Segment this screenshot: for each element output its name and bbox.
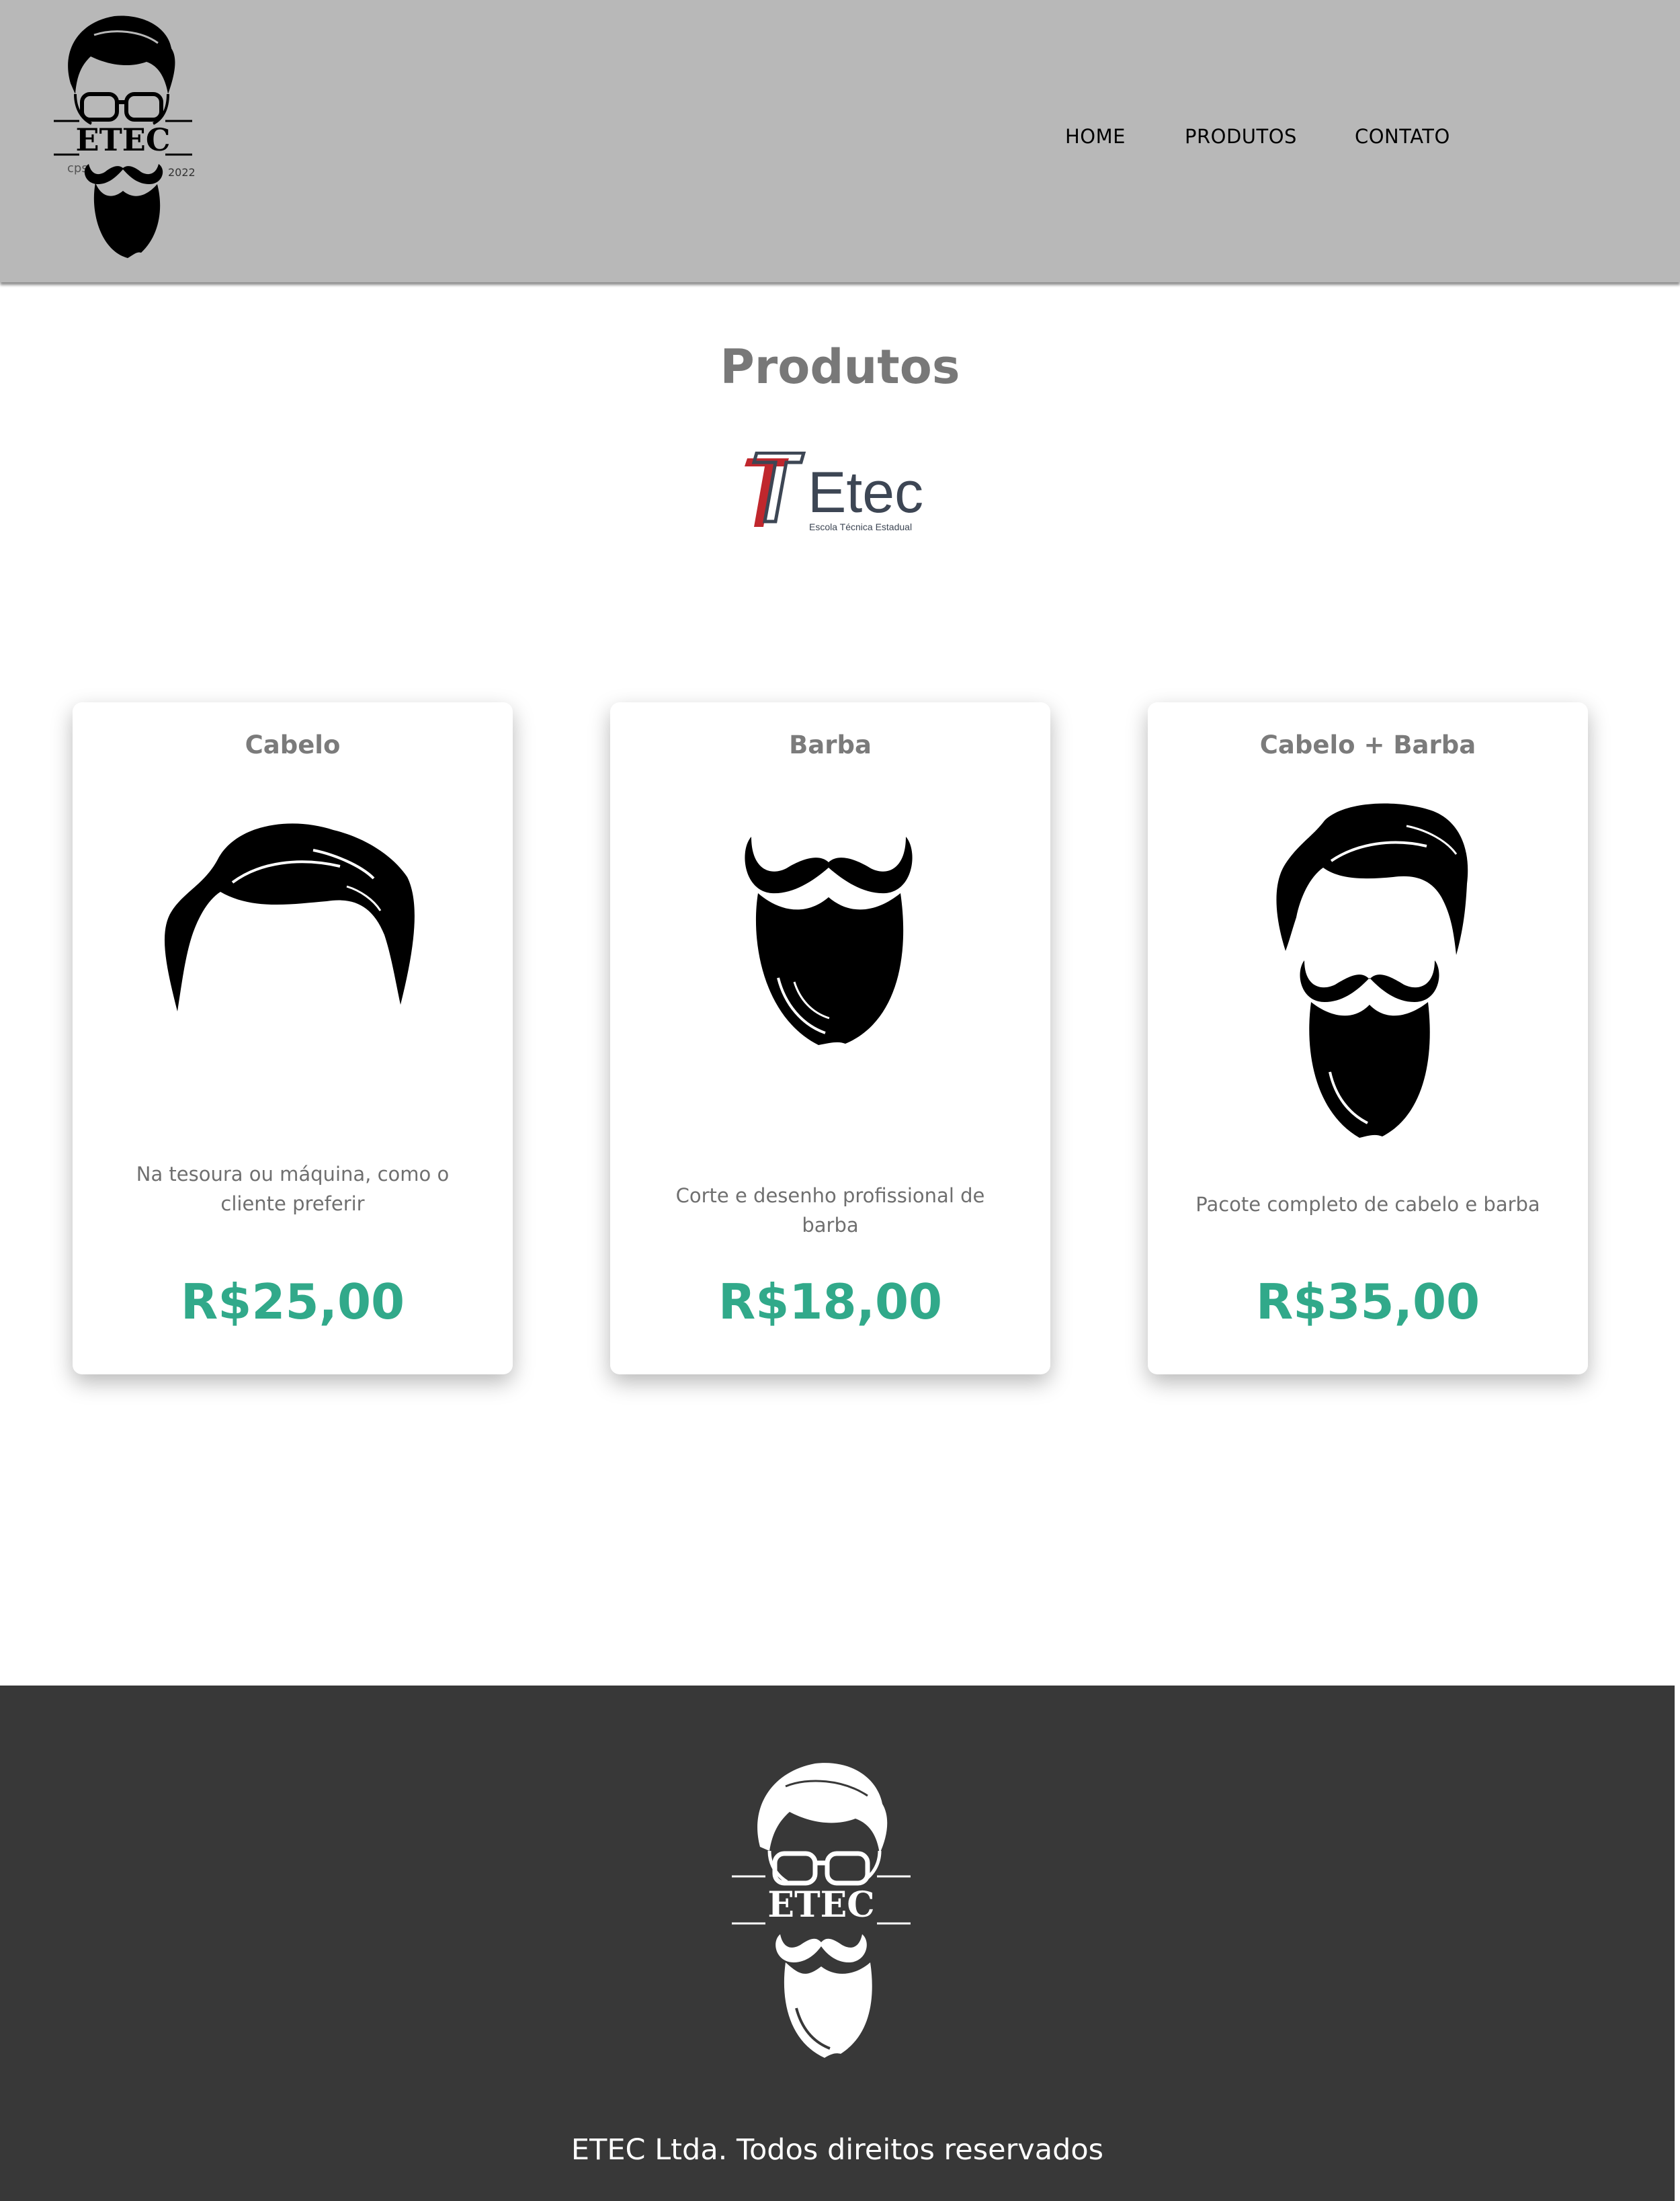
- product-price: R$18,00: [718, 1274, 943, 1330]
- main-nav: HOME PRODUTOS CONTATO: [1065, 125, 1450, 148]
- logo-right-caption: 2022: [168, 166, 196, 179]
- product-title: Cabelo: [245, 731, 341, 759]
- product-price: R$35,00: [1255, 1274, 1480, 1330]
- product-description: Corte e desenho profissional de barba: [675, 1184, 985, 1237]
- etec-logo-name: Etec: [808, 460, 923, 525]
- product-card-barba[interactable]: Barba Corte e desenho profissional de ba…: [610, 702, 1050, 1374]
- hair-icon: [164, 823, 415, 1011]
- site-footer: ETEC ETEC Ltda. Todos direitos reservado…: [0, 1686, 1675, 2201]
- footer-logo-brand-text: ETEC: [767, 1884, 874, 1925]
- product-description: Pacote completo de cabelo e barba: [1195, 1193, 1540, 1216]
- site-header: ETEC cps 2022 HOME PRODUTOS CONTATO: [0, 0, 1680, 282]
- nav-home-link[interactable]: HOME: [1065, 125, 1126, 148]
- product-description: Na tesoura ou máquina, como o cliente pr…: [136, 1163, 450, 1215]
- beard-icon: [745, 837, 913, 1045]
- page-title: Produtos: [720, 339, 960, 394]
- bearded-man-logo-icon[interactable]: ETEC cps 2022: [34, 8, 215, 263]
- nav-produtos-link[interactable]: PRODUTOS: [1185, 125, 1297, 148]
- bearded-man-logo-icon: ETEC: [732, 1763, 911, 2058]
- product-price: R$25,00: [180, 1274, 405, 1330]
- etec-logo-subtitle: Escola Técnica Estadual: [809, 522, 912, 532]
- logo-brand-text: ETEC: [76, 122, 171, 158]
- footer-copyright: ETEC Ltda. Todos direitos reservados: [571, 2133, 1104, 2167]
- etec-partner-logo-icon: Etec Escola Técnica Estadual: [745, 452, 923, 532]
- product-title: Barba: [789, 731, 872, 759]
- product-card-cabelo-barba[interactable]: Cabelo + Barba Pacote completo de cabelo…: [1148, 702, 1588, 1374]
- hair-and-beard-icon: [1276, 803, 1468, 1138]
- product-title: Cabelo + Barba: [1259, 731, 1476, 759]
- nav-contato-link[interactable]: CONTATO: [1355, 125, 1450, 148]
- product-card-cabelo[interactable]: Cabelo Na tesoura ou máquina, como o cli…: [73, 702, 513, 1374]
